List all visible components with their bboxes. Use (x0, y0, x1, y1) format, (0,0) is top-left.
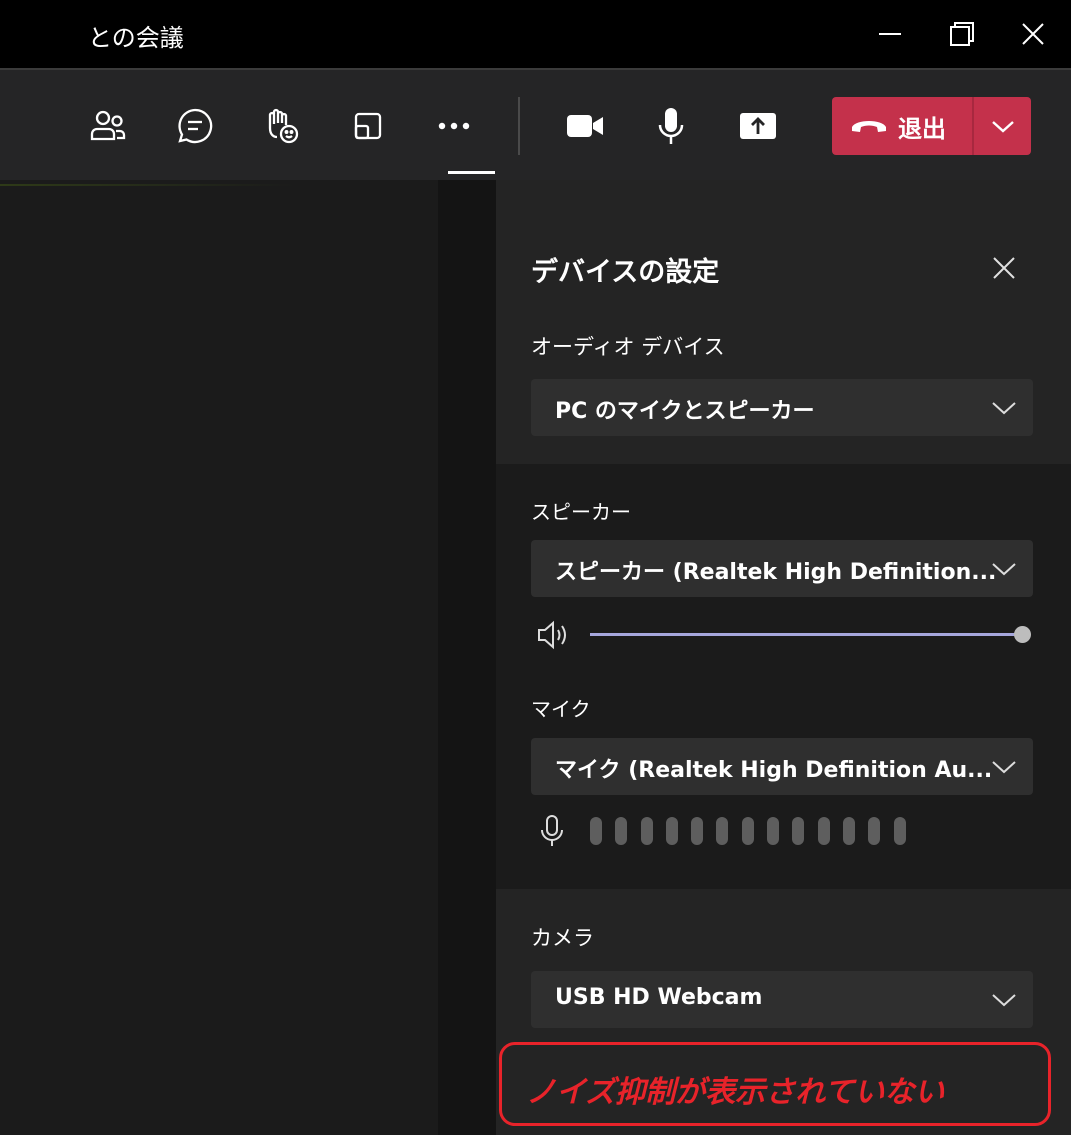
video-stage (0, 180, 438, 1135)
mic-level-icon (541, 815, 563, 846)
mic-dropdown[interactable]: マイク (Realtek High Definition Au... (531, 738, 1033, 795)
chat-icon (178, 108, 213, 144)
chevron-down-icon (992, 994, 1016, 1007)
speaker-volume-thumb[interactable] (1013, 626, 1031, 643)
mic-level-bar (842, 817, 855, 845)
chat-button[interactable] (169, 100, 221, 152)
share-button[interactable] (732, 100, 784, 152)
microphone-button[interactable] (645, 100, 697, 152)
mic-level-meter (590, 817, 906, 845)
close-icon (1022, 23, 1044, 45)
toolbar-divider (518, 97, 520, 155)
window-title: との会議 (88, 24, 184, 52)
mic-level-bar (792, 817, 805, 845)
speaker-dropdown[interactable]: スピーカー (Realtek High Definition... (531, 540, 1033, 597)
close-icon (993, 257, 1015, 279)
close-panel-button[interactable] (984, 248, 1024, 288)
mic-level-bar (665, 817, 678, 845)
mic-level-bar (640, 817, 653, 845)
mic-level-bar (868, 817, 881, 845)
title-bar: との会議 (0, 0, 1071, 68)
speaker-volume-icon (538, 620, 566, 650)
mic-level-bar (893, 817, 906, 845)
speaker-volume-track[interactable] (590, 633, 1022, 636)
minimize-button[interactable] (868, 12, 912, 56)
annotation-callout: ノイズ抑制が表示されていない (499, 1042, 1051, 1126)
share-screen-icon (740, 113, 776, 139)
microphone-icon (658, 108, 684, 144)
view-button[interactable] (342, 100, 394, 152)
camera-label: カメラ (531, 926, 594, 950)
restore-icon (950, 22, 974, 46)
reactions-button[interactable] (255, 100, 307, 152)
people-icon (90, 110, 126, 141)
maximize-button[interactable] (940, 12, 984, 56)
video-edge-strip (0, 184, 295, 186)
chevron-down-icon (992, 761, 1016, 774)
mic-level-bar (716, 817, 729, 845)
mic-label: マイク (531, 697, 591, 721)
leave-label: 退出 (898, 114, 946, 143)
participants-button[interactable] (82, 100, 134, 152)
camera-dropdown[interactable]: USB HD Webcam (531, 971, 1033, 1028)
annotation-text: ノイズ抑制が表示されていない (526, 1075, 945, 1110)
mic-level-bar (741, 817, 754, 845)
mic-value: マイク (Realtek High Definition Au... (555, 758, 993, 783)
speaker-label: スピーカー (531, 500, 631, 524)
stage-gap (438, 180, 496, 1135)
raise-hand-icon (268, 108, 299, 144)
minimize-icon (879, 33, 901, 35)
more-actions-button[interactable] (428, 100, 480, 152)
audio-device-label: オーディオ デバイス (531, 335, 725, 359)
active-tab-indicator (448, 171, 495, 174)
leave-options-button[interactable] (974, 97, 1031, 155)
meeting-toolbar: 退出 (0, 68, 1071, 180)
chevron-down-icon (991, 121, 1014, 133)
panel-title: デバイスの設定 (531, 257, 720, 288)
close-window-button[interactable] (1011, 12, 1055, 56)
leave-split-button: 退出 (832, 97, 1031, 155)
leave-button[interactable]: 退出 (832, 97, 972, 155)
camera-button[interactable] (559, 100, 611, 152)
layout-icon (354, 112, 382, 140)
mic-level-bar (767, 817, 780, 845)
chevron-down-icon (992, 563, 1016, 576)
audio-device-value: PC のマイクとスピーカー (555, 399, 815, 424)
mic-level-bar (590, 817, 602, 845)
mic-level-bar (691, 817, 704, 845)
chevron-down-icon (992, 402, 1016, 415)
audio-device-dropdown[interactable]: PC のマイクとスピーカー (531, 379, 1033, 436)
camera-icon (567, 115, 603, 137)
hang-up-icon (852, 121, 886, 132)
mic-level-bar (615, 817, 628, 845)
camera-value: USB HD Webcam (555, 985, 763, 1010)
speaker-value: スピーカー (Realtek High Definition... (555, 560, 997, 585)
more-icon (438, 122, 470, 130)
mic-level-bar (817, 817, 830, 845)
